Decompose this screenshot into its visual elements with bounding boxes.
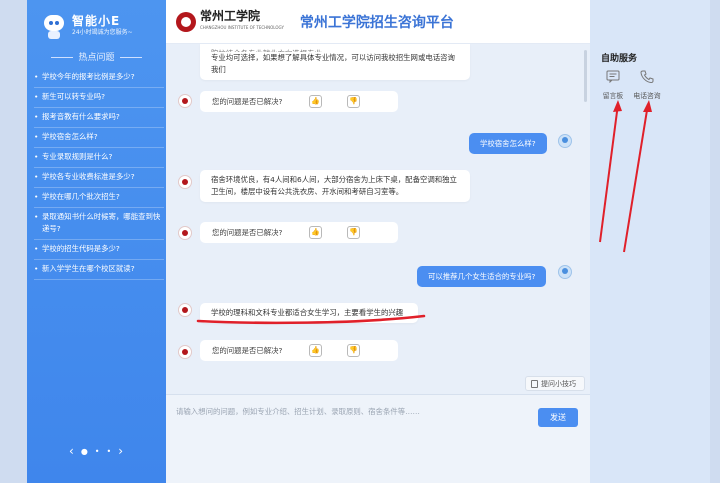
chevron-left-icon[interactable]: ‹: [69, 444, 74, 458]
hot-question-item[interactable]: 录取通知书什么时候寄，哪能查到快递号?: [34, 208, 164, 240]
school-logo-text: 常州工学院 CHANGZHOU INSTITUTE OF TECHNOLOGY: [200, 10, 284, 34]
thumbs-up-icon[interactable]: 👍: [309, 95, 322, 108]
page-dot[interactable]: ●: [81, 447, 88, 456]
school-logo-icon: [176, 11, 196, 32]
school-name-en: CHANGZHOU INSTITUTE OF TECHNOLOGY: [200, 24, 284, 30]
user-avatar: [558, 265, 572, 279]
self-service-panel: 自助服务 留言板 电话咨询: [590, 0, 710, 483]
thumbs-up-icon[interactable]: 👍: [309, 226, 322, 239]
page-title: 常州工学院招生咨询平台: [299, 14, 454, 31]
feedback-question: 您的问题是否已解决?: [212, 346, 283, 355]
hot-question-item[interactable]: 新生可以转专业吗?: [34, 88, 164, 108]
hot-question-item[interactable]: 报考音教有什么要求吗?: [34, 108, 164, 128]
question-input[interactable]: [176, 407, 516, 416]
bot-message-text: 专业均可选择，如果想了解具体专业情况，可以访问我校招生网或电话咨询我们: [211, 53, 455, 74]
tips-button[interactable]: 提问小技巧: [525, 376, 585, 391]
send-button[interactable]: 发送: [538, 408, 578, 427]
thumbs-up-icon[interactable]: 👍: [309, 344, 322, 357]
hot-question-item[interactable]: 学校的招生代码是多少?: [34, 240, 164, 260]
hot-question-item[interactable]: 新入学学生在哪个校区就读?: [34, 260, 164, 280]
user-avatar: [558, 134, 572, 148]
bot-avatar: [178, 94, 192, 108]
feedback-box: 您的问题是否已解决? 👍 👎: [200, 91, 398, 112]
page-dot[interactable]: •: [107, 447, 112, 456]
brand: 智能小E 24小时竭诚为您服务~: [42, 12, 133, 40]
feedback-box: 您的问题是否已解决? 👍 👎: [200, 340, 398, 361]
feedback-question: 您的问题是否已解决?: [212, 97, 283, 106]
bot-message: 宿舍环境优良，有4人间和6人间，大部分宿舍为上床下桌，配备空调和独立卫生间，楼层…: [200, 170, 470, 202]
bot-avatar: [178, 303, 192, 317]
robot-icon: [42, 12, 66, 40]
chat-scrollbar[interactable]: [584, 50, 587, 102]
page-margin-left: [0, 0, 27, 483]
hot-questions-title: 热点问题: [27, 50, 166, 63]
bot-avatar: [178, 226, 192, 240]
feedback-question: 您的问题是否已解决?: [212, 228, 283, 237]
hot-question-item[interactable]: 学校今年的报考比例是多少?: [34, 68, 164, 88]
chevron-right-icon[interactable]: ›: [118, 444, 123, 458]
hot-question-item[interactable]: 学校各专业收费标准是多少?: [34, 168, 164, 188]
hot-question-item[interactable]: 专业录取规则是什么?: [34, 148, 164, 168]
thumbs-down-icon[interactable]: 👎: [347, 95, 360, 108]
user-message: 可以推荐几个女生适合的专业吗?: [417, 266, 547, 287]
brand-name: 智能小E: [72, 14, 121, 28]
school-name: 常州工学院: [200, 8, 261, 23]
red-arrow-annotation: [599, 100, 652, 253]
red-underline-annotation: [196, 314, 426, 325]
tips-button-label: 提问小技巧: [541, 379, 576, 388]
page-dot[interactable]: •: [95, 447, 100, 456]
hot-questions-pager: ‹ ● • • ›: [69, 444, 123, 458]
page-margin-right: [710, 0, 720, 483]
sidebar: 智能小E 24小时竭诚为您服务~ 热点问题 学校今年的报考比例是多少? 新生可以…: [27, 0, 166, 483]
input-area: 发送: [166, 394, 590, 483]
hot-question-item[interactable]: 学校宿舍怎么样?: [34, 128, 164, 148]
thumbs-down-icon[interactable]: 👎: [347, 344, 360, 357]
bot-avatar: [178, 175, 192, 189]
chat-area[interactable]: 院校结合各专业就业方向选报专业... 专业均可选择，如果想了解具体专业情况，可以…: [166, 44, 590, 394]
header: 常州工学院 CHANGZHOU INSTITUTE OF TECHNOLOGY …: [166, 0, 590, 44]
bot-avatar: [178, 345, 192, 359]
document-icon: [531, 379, 538, 388]
thumbs-down-icon[interactable]: 👎: [347, 226, 360, 239]
brand-subtitle: 24小时竭诚为您服务~: [72, 29, 133, 36]
bot-message: 院校结合各专业就业方向选报专业... 专业均可选择，如果想了解具体专业情况，可以…: [200, 44, 470, 80]
hot-questions-list: 学校今年的报考比例是多少? 新生可以转专业吗? 报考音教有什么要求吗? 学校宿舍…: [34, 68, 164, 280]
feedback-box: 您的问题是否已解决? 👍 👎: [200, 222, 398, 243]
hot-question-item[interactable]: 学校在哪几个批次招生?: [34, 188, 164, 208]
user-message: 学校宿舍怎么样?: [469, 133, 547, 154]
